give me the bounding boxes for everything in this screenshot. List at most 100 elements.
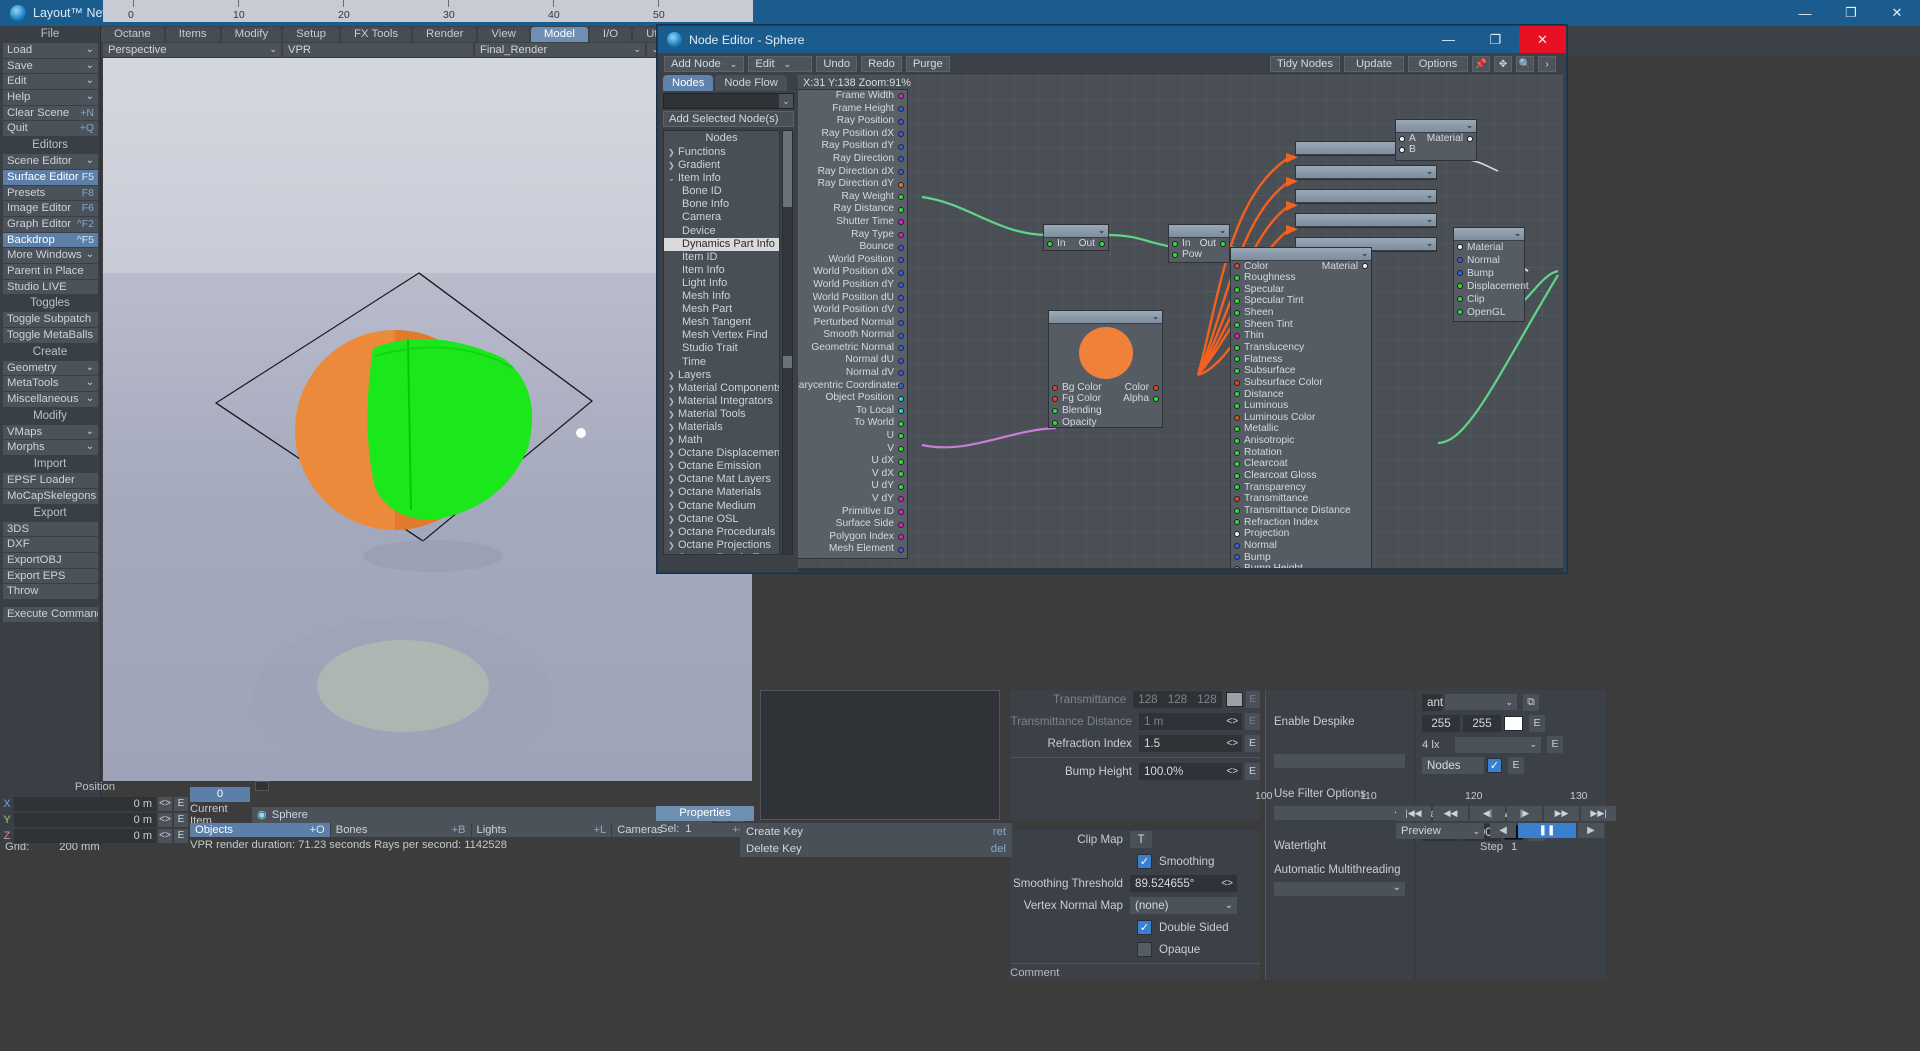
- source-node-output[interactable]: World Position dY: [798, 279, 907, 292]
- color-r-field[interactable]: 255: [1422, 715, 1460, 732]
- mixer-input-row[interactable]: Opacity: [1049, 417, 1162, 429]
- surface-param-field[interactable]: 100.0% <>: [1138, 763, 1243, 780]
- surface-input-row[interactable]: Normal: [1454, 254, 1524, 267]
- port-dot-icon[interactable]: [898, 395, 904, 402]
- node-list-item[interactable]: ⌄ Item Info: [664, 172, 779, 185]
- port-dot-icon[interactable]: [898, 483, 904, 490]
- sidebar-item-parent-in-place[interactable]: Parent in Place: [3, 263, 98, 279]
- stepper-arrows-icon[interactable]: <>: [1226, 766, 1238, 777]
- step-forward-button[interactable]: ▶: [1578, 823, 1604, 838]
- port-dot-icon[interactable]: [1234, 531, 1240, 538]
- chevron-down-icon[interactable]: ⌄: [1361, 248, 1368, 261]
- sidebar-item-epsf-loader[interactable]: EPSF Loader: [3, 473, 98, 488]
- chevron-right-icon[interactable]: ❯: [668, 421, 675, 434]
- source-node-output[interactable]: U dY: [798, 480, 907, 493]
- minimize-button[interactable]: —: [1782, 0, 1828, 26]
- source-node-output[interactable]: Perturbed Normal: [798, 317, 907, 330]
- viewport-3d[interactable]: [103, 58, 752, 781]
- port-dot-icon[interactable]: [898, 168, 904, 175]
- source-node-output[interactable]: V: [798, 443, 907, 456]
- port-dot-icon[interactable]: [898, 534, 904, 541]
- timeline-ruler[interactable]: 0 10 20 30 40 50: [103, 0, 753, 22]
- port-dot-icon[interactable]: [898, 181, 904, 188]
- port-dot-icon[interactable]: [1234, 379, 1240, 386]
- source-node-output[interactable]: Mesh Element: [798, 543, 907, 556]
- node-list-item[interactable]: Mesh Vertex Find: [664, 329, 779, 342]
- bsdf-input-row[interactable]: Rotation: [1231, 447, 1371, 459]
- source-node-output[interactable]: Geometric Normal: [798, 342, 907, 355]
- sidebar-item-geometry[interactable]: Geometry ⌄: [3, 360, 98, 376]
- graph-node-mixer[interactable]: ⌄ Bg Color Color Fg Color Alpha Blending Opac…: [1048, 310, 1163, 428]
- sidebar-item-dxf[interactable]: DXF: [3, 537, 98, 552]
- port-dot-icon[interactable]: [1234, 286, 1240, 293]
- node-toolbar-redo-button[interactable]: Redo: [861, 56, 902, 72]
- properties-tab[interactable]: Properties: [656, 806, 754, 821]
- node-list-item[interactable]: Studio Trait: [664, 342, 779, 355]
- bsdf-input-row[interactable]: Transmittance Distance: [1231, 505, 1371, 517]
- source-node-output[interactable]: Shutter Time: [798, 216, 907, 229]
- source-node-output[interactable]: Bounce: [798, 241, 907, 254]
- node-list-item[interactable]: Mesh Part: [664, 303, 779, 316]
- vertex-normal-map-select[interactable]: (none) ⌄: [1130, 897, 1237, 914]
- port-dot-icon[interactable]: [898, 546, 904, 553]
- surface-input-row[interactable]: Clip: [1454, 293, 1524, 306]
- chevron-down-icon[interactable]: ⌄: [1426, 238, 1433, 251]
- bsdf-input-row[interactable]: Anisotropic: [1231, 435, 1371, 447]
- add-materials-input-row[interactable]: A Material: [1396, 133, 1476, 145]
- viewport-camera-select[interactable]: Final_Render ⌄: [475, 42, 645, 57]
- smoothing-checkbox[interactable]: ✓: [1137, 854, 1152, 869]
- current-frame-field[interactable]: 0: [190, 787, 250, 802]
- objects-tab-lights[interactable]: Lights +L: [471, 823, 612, 837]
- color-swatch[interactable]: [1504, 716, 1523, 731]
- chevron-down-icon[interactable]: ⌄: [1514, 228, 1521, 241]
- envelope-button[interactable]: E: [1245, 691, 1260, 708]
- node-editor-tab-node-flow[interactable]: Node Flow: [715, 75, 787, 91]
- clip-map-button[interactable]: T: [1130, 831, 1152, 848]
- chevron-right-icon[interactable]: ❯: [668, 500, 675, 513]
- chevron-right-icon[interactable]: ❯: [668, 539, 675, 552]
- node-list-item[interactable]: Item Info: [664, 264, 779, 277]
- port-dot-icon[interactable]: [1457, 295, 1463, 302]
- sidebar-item-toggle-metaballs[interactable]: Toggle MetaBalls: [3, 328, 98, 343]
- sidebar-item-edit[interactable]: Edit ⌄: [3, 74, 98, 90]
- port-dot-icon[interactable]: [898, 420, 904, 427]
- source-node-output[interactable]: Ray Direction dX: [798, 166, 907, 179]
- port-dot-icon[interactable]: [898, 93, 904, 100]
- node-list-item[interactable]: Dynamics Part Info: [664, 237, 779, 251]
- bsdf-input-row[interactable]: Projection: [1231, 528, 1371, 540]
- node-port-pow-exp[interactable]: Pow: [1169, 249, 1229, 261]
- chevron-right-icon[interactable]: ❯: [668, 159, 675, 172]
- node-category-list[interactable]: Nodes ❯ Functions ❯ Gradient ⌄ Item Info Bone …: [663, 130, 780, 555]
- node-list-item[interactable]: ❯ Material Integrators: [664, 395, 779, 408]
- port-dot-icon[interactable]: [898, 433, 904, 440]
- chevron-down-icon[interactable]: ⌄: [1152, 311, 1159, 324]
- search-icon[interactable]: 🔍: [1516, 56, 1534, 72]
- port-dot-icon[interactable]: [1457, 256, 1463, 263]
- port-dot-icon[interactable]: [898, 332, 904, 339]
- node-list-item[interactable]: ❯ Octane Procedurals: [664, 526, 779, 539]
- source-node-output[interactable]: Smooth Normal: [798, 329, 907, 342]
- chevron-right-icon[interactable]: ❯: [668, 473, 675, 486]
- surface-param-field[interactable]: 1 m <>: [1138, 713, 1243, 730]
- viewport-view-select[interactable]: Perspective ⌄: [103, 42, 281, 57]
- source-node-output[interactable]: To World: [798, 417, 907, 430]
- source-node-output[interactable]: Polygon Index: [798, 531, 907, 544]
- far-right-select[interactable]: ⌄: [1445, 694, 1517, 710]
- transport-button-1[interactable]: ◀◀: [1433, 806, 1468, 821]
- objects-tab-bones[interactable]: Bones +B: [330, 823, 471, 837]
- node-toolbar-tidy-nodes-button[interactable]: Tidy Nodes: [1269, 56, 1340, 72]
- chevron-right-icon[interactable]: ❯: [668, 513, 675, 526]
- lux-select[interactable]: ⌄: [1455, 736, 1541, 753]
- source-node-output[interactable]: World Position dU: [798, 292, 907, 305]
- port-dot-icon[interactable]: [1234, 333, 1240, 340]
- menu-tab-view[interactable]: View: [478, 27, 529, 42]
- sidebar-item-clear-scene[interactable]: Clear Scene +N: [3, 105, 98, 121]
- port-dot-icon[interactable]: [898, 269, 904, 276]
- port-dot-icon[interactable]: [1234, 542, 1240, 549]
- port-dot-icon[interactable]: [1234, 507, 1240, 514]
- sidebar-item-more-windows[interactable]: More Windows ⌄: [3, 248, 98, 263]
- port-dot-icon[interactable]: [1234, 449, 1240, 456]
- envelope-button[interactable]: E: [1245, 735, 1261, 752]
- graph-node-pow[interactable]: ⌄ In Out Pow: [1168, 224, 1230, 263]
- node-list-item[interactable]: Bone ID: [664, 185, 779, 198]
